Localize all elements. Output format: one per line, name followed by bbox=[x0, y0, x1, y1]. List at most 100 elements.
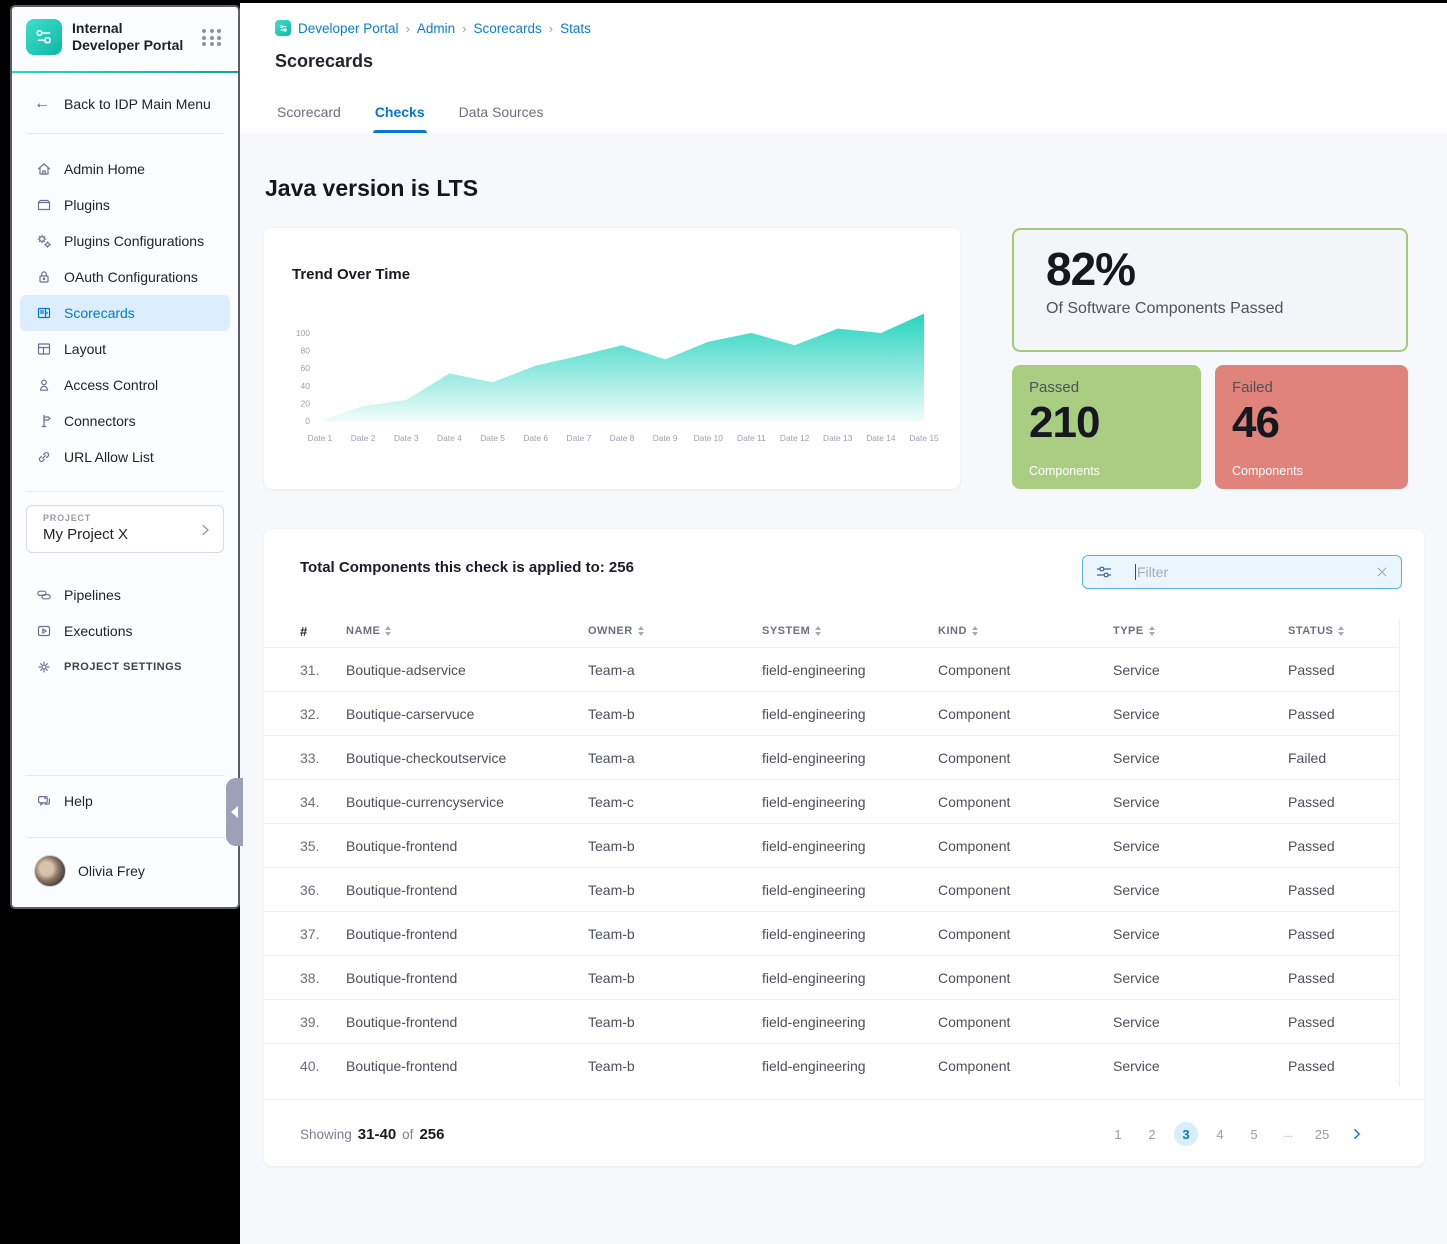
back-to-idp-menu[interactable]: ← Back to IDP Main Menu bbox=[34, 95, 211, 113]
tab-data-sources[interactable]: Data Sources bbox=[459, 104, 544, 133]
app-grid-icon[interactable] bbox=[202, 29, 222, 46]
sidebar-item-scorecards[interactable]: Scorecards bbox=[20, 295, 230, 331]
sort-icon[interactable] bbox=[385, 626, 391, 636]
project-name: My Project X bbox=[43, 526, 211, 543]
column-header-type[interactable]: TYPE bbox=[1113, 625, 1288, 637]
clear-filter-icon[interactable] bbox=[1375, 565, 1389, 579]
column-header-system[interactable]: SYSTEM bbox=[762, 625, 938, 637]
page-number-1[interactable]: 1 bbox=[1106, 1122, 1130, 1146]
pipelines-icon bbox=[36, 587, 52, 603]
sidebar-item-access-control[interactable]: Access Control bbox=[12, 367, 238, 403]
sidebar-item-label: Access Control bbox=[64, 377, 158, 393]
user-profile[interactable]: Olivia Frey bbox=[34, 855, 145, 887]
sidebar-item-label: Plugins Configurations bbox=[64, 233, 204, 249]
table-row[interactable]: 33.Boutique-checkoutserviceTeam-afield-e… bbox=[264, 735, 1400, 779]
column-label: KIND bbox=[938, 625, 967, 637]
table-row[interactable]: 39.Boutique-frontendTeam-bfield-engineer… bbox=[264, 999, 1400, 1043]
help-button[interactable]: Help bbox=[36, 793, 93, 809]
table-row[interactable]: 37.Boutique-frontendTeam-bfield-engineer… bbox=[264, 911, 1400, 955]
sidebar-item-executions[interactable]: Executions bbox=[12, 613, 238, 649]
sidebar-item-label: URL Allow List bbox=[64, 449, 154, 465]
cell-num: 40. bbox=[300, 1058, 346, 1074]
table-row[interactable]: 40.Boutique-frontendTeam-bfield-engineer… bbox=[264, 1043, 1400, 1087]
column-header-kind[interactable]: KIND bbox=[938, 625, 1113, 637]
cell-name: Boutique-currencyservice bbox=[346, 794, 588, 810]
cell-status: Passed bbox=[1288, 794, 1400, 810]
sidebar-item-oauth-configurations[interactable]: OAuth Configurations bbox=[12, 259, 238, 295]
cell-owner: Team-b bbox=[588, 706, 762, 722]
next-page-icon[interactable] bbox=[1350, 1127, 1364, 1141]
sidebar-item-url-allow-list[interactable]: URL Allow List bbox=[12, 439, 238, 475]
table-header-row: #NAMEOWNERSYSTEMKINDTYPESTATUS bbox=[264, 615, 1400, 647]
svg-text:Date 3: Date 3 bbox=[394, 433, 419, 443]
svg-text:Date 1: Date 1 bbox=[308, 433, 333, 443]
sidebar-item-connectors[interactable]: Connectors bbox=[12, 403, 238, 439]
showing-word: Showing bbox=[300, 1127, 352, 1142]
of-word: of bbox=[402, 1127, 413, 1142]
page-number-5[interactable]: 5 bbox=[1242, 1122, 1266, 1146]
sidebar-item-admin-home[interactable]: Admin Home bbox=[12, 151, 238, 187]
svg-text:0: 0 bbox=[305, 416, 310, 426]
sidebar-nav: Admin HomePlugins Plugins Configurations O… bbox=[12, 151, 238, 475]
pagination: 12345...25 bbox=[1106, 1122, 1364, 1146]
help-chat-icon bbox=[36, 793, 52, 809]
table-row[interactable]: 32.Boutique-carservuceTeam-bfield-engine… bbox=[264, 691, 1400, 735]
page-number-3[interactable]: 3 bbox=[1174, 1122, 1198, 1146]
table-row[interactable]: 31.Boutique-adserviceTeam-afield-enginee… bbox=[264, 647, 1400, 691]
cell-name: Boutique-frontend bbox=[346, 926, 588, 942]
sidebar-item-layout[interactable]: Layout bbox=[12, 331, 238, 367]
cell-owner: Team-b bbox=[588, 926, 762, 942]
sort-icon[interactable] bbox=[815, 626, 821, 636]
table-row[interactable]: 35.Boutique-frontendTeam-bfield-engineer… bbox=[264, 823, 1400, 867]
sort-icon[interactable] bbox=[638, 626, 644, 636]
page-number-4[interactable]: 4 bbox=[1208, 1122, 1232, 1146]
cell-kind: Component bbox=[938, 1014, 1113, 1030]
breadcrumb-link-admin[interactable]: Admin bbox=[417, 21, 455, 36]
cell-status: Passed bbox=[1288, 970, 1400, 986]
column-header-status[interactable]: STATUS bbox=[1288, 625, 1400, 637]
passed-label: Passed bbox=[1029, 379, 1184, 396]
page-number-2[interactable]: 2 bbox=[1140, 1122, 1164, 1146]
cell-system: field-engineering bbox=[762, 926, 938, 942]
passed-card: Passed 210 Components bbox=[1012, 365, 1201, 489]
page-number-25[interactable]: 25 bbox=[1310, 1122, 1334, 1146]
svg-text:Date 8: Date 8 bbox=[610, 433, 635, 443]
sort-icon[interactable] bbox=[972, 626, 978, 636]
cell-status: Passed bbox=[1288, 706, 1400, 722]
sidebar-item-plugins[interactable]: Plugins bbox=[12, 187, 238, 223]
back-label: Back to IDP Main Menu bbox=[64, 96, 211, 112]
table-row[interactable]: 36.Boutique-frontendTeam-bfield-engineer… bbox=[264, 867, 1400, 911]
column-header-owner[interactable]: OWNER bbox=[588, 625, 762, 637]
column-header-name[interactable]: NAME bbox=[346, 625, 588, 637]
home-icon bbox=[36, 161, 52, 177]
project-selector[interactable]: PROJECT My Project X bbox=[26, 505, 224, 553]
sort-icon[interactable] bbox=[1149, 626, 1155, 636]
sidebar-item-plugins-configurations[interactable]: Plugins Configurations bbox=[12, 223, 238, 259]
table-row[interactable]: 34.Boutique-currencyserviceTeam-cfield-e… bbox=[264, 779, 1400, 823]
tab-scorecard[interactable]: Scorecard bbox=[277, 104, 341, 133]
cell-owner: Team-a bbox=[588, 662, 762, 678]
sidebar-item-pipelines[interactable]: Pipelines bbox=[12, 577, 238, 613]
failed-unit: Components bbox=[1232, 464, 1303, 478]
table-row[interactable]: 38.Boutique-frontendTeam-bfield-engineer… bbox=[264, 955, 1400, 999]
tab-checks[interactable]: Checks bbox=[375, 104, 425, 133]
sort-icon[interactable] bbox=[1338, 626, 1344, 636]
filter-input[interactable]: Filter bbox=[1082, 555, 1402, 589]
cell-num: 31. bbox=[300, 662, 346, 678]
signpost-icon bbox=[36, 413, 52, 429]
cell-status: Passed bbox=[1288, 838, 1400, 854]
cell-system: field-engineering bbox=[762, 1058, 938, 1074]
cell-name: Boutique-adservice bbox=[346, 662, 588, 678]
avatar[interactable] bbox=[34, 855, 66, 887]
breadcrumb-link-developer-portal[interactable]: Developer Portal bbox=[298, 21, 399, 36]
sidebar-collapse-handle[interactable] bbox=[226, 778, 243, 846]
table-right-divider bbox=[1399, 619, 1400, 1087]
brand-name: Internal Developer Portal bbox=[72, 20, 183, 54]
sidebar-item-project-settings[interactable]: PROJECT SETTINGS bbox=[12, 649, 238, 685]
chart-svg: 100806040200Date 1Date 2Date 3Date 4Date… bbox=[284, 300, 939, 460]
cell-status: Passed bbox=[1288, 1058, 1400, 1074]
breadcrumb-link-scorecards[interactable]: Scorecards bbox=[474, 21, 542, 36]
sidebar-item-label: Executions bbox=[64, 623, 132, 639]
breadcrumb-link-stats[interactable]: Stats bbox=[560, 21, 591, 36]
plugins-icon bbox=[36, 197, 52, 213]
